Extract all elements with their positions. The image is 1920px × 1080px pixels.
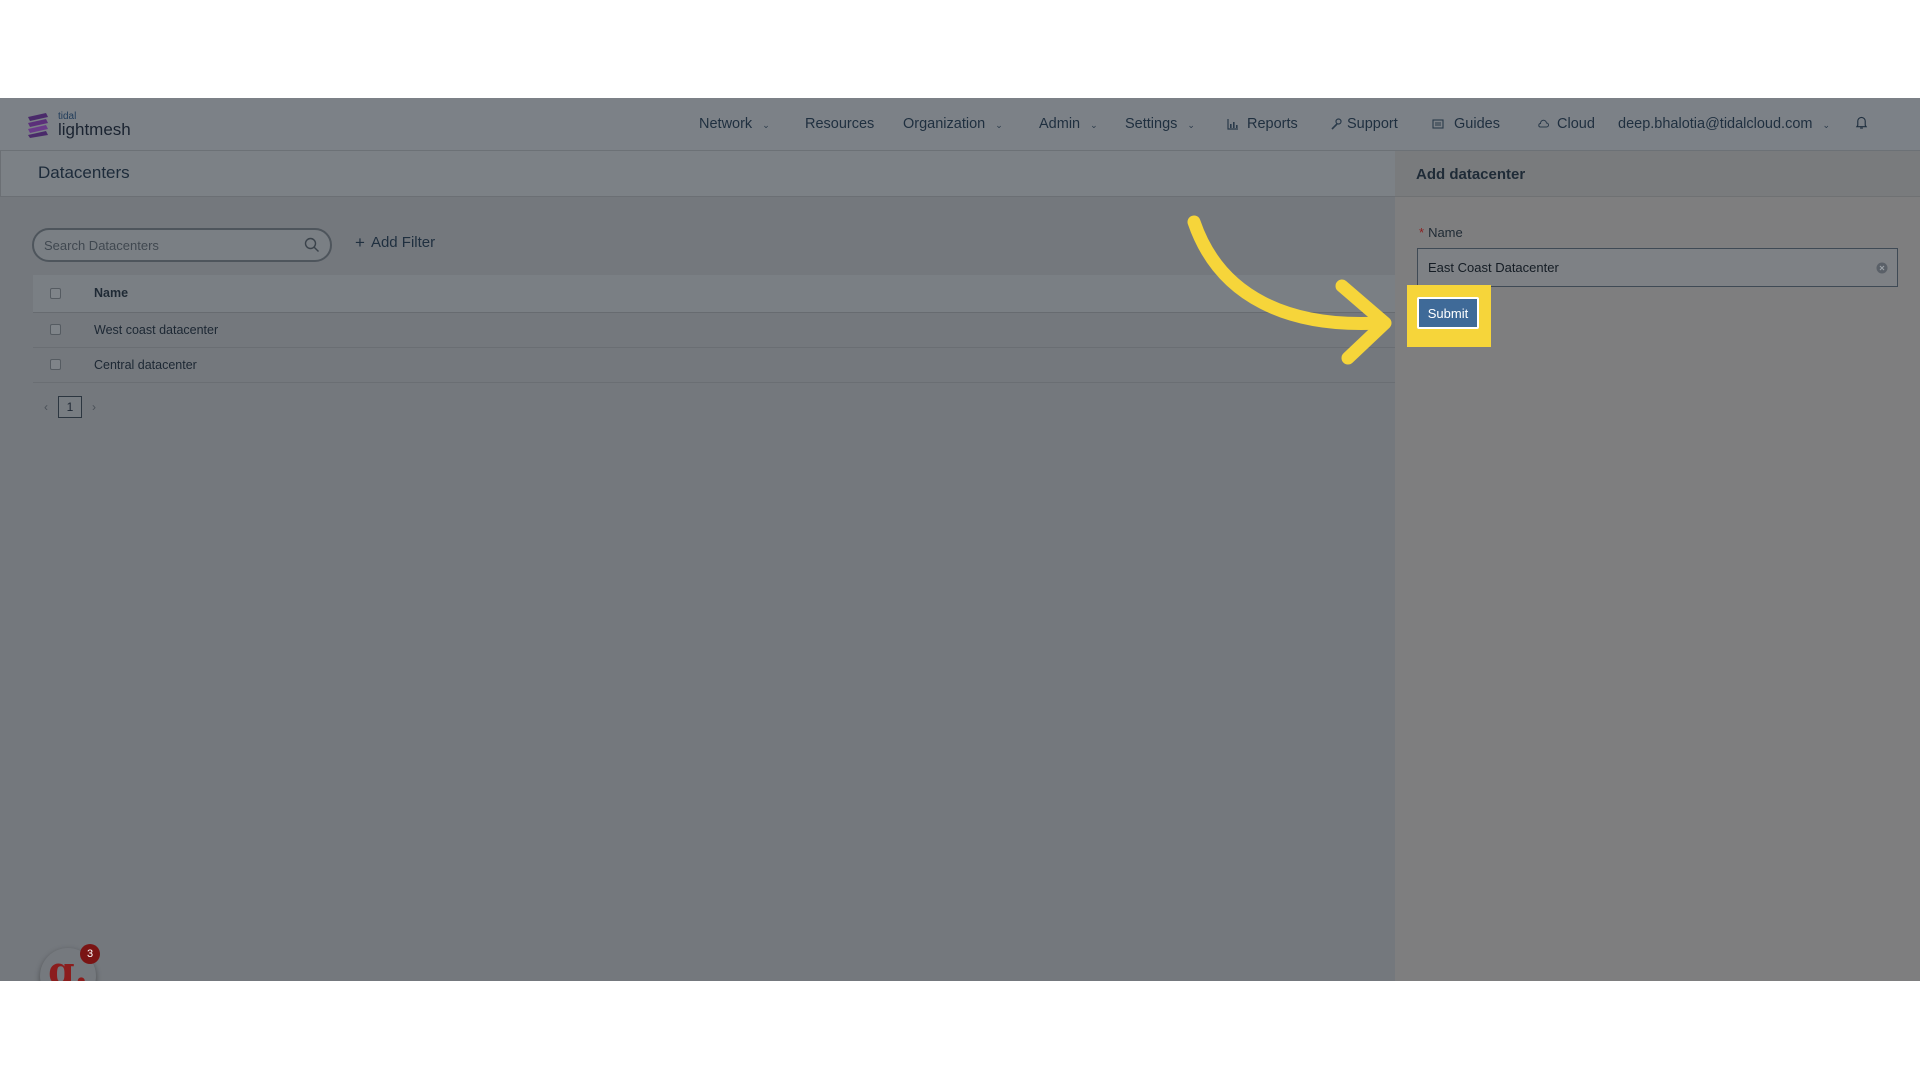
nav-organization-label: Organization [903,116,986,132]
nav-cloud-label: Cloud [1557,116,1595,132]
nav-reports-label: Reports [1247,116,1298,132]
nav-support[interactable]: Support [1330,116,1398,132]
page-title: Datacenters [38,163,130,182]
guide-count-badge: 3 [80,944,100,964]
page-number[interactable]: 1 [58,396,82,418]
drawer-title: Add datacenter [1416,166,1526,183]
logo-mark-icon [28,113,48,138]
nav-resources-label: Resources [805,116,875,132]
row-name[interactable]: Central datacenter [94,358,197,372]
nav-network-label: Network [699,116,753,132]
nav-reports[interactable]: Reports [1227,116,1298,132]
row-name[interactable]: West coast datacenter [94,323,218,337]
name-field-label: * Name [1419,225,1463,240]
notifications-button[interactable] [1855,115,1868,134]
nav-settings-label: Settings [1125,116,1178,132]
nav-support-label: Support [1347,116,1398,132]
add-datacenter-drawer: Add datacenter *Name Submit [1395,151,1920,981]
pagination: ‹ 1 › [40,395,100,419]
search-icon[interactable] [304,237,320,253]
chevron-down-icon: ⌄ [995,119,1003,130]
nav-admin-label: Admin [1039,116,1081,132]
chevron-down-icon: ⌄ [762,119,770,130]
chevron-down-icon: ⌄ [1187,119,1195,130]
next-page-icon[interactable]: › [88,400,100,414]
row-checkbox[interactable] [50,324,61,335]
guide-launcher[interactable]: g. 3 [40,944,100,981]
nav-network[interactable]: Network ⌄ [699,116,770,132]
nav-settings[interactable]: Settings ⌄ [1125,116,1195,132]
plus-icon: + [355,233,365,252]
page-header: Datacenters [0,151,1395,197]
app-frame: tidal lightmesh Network ⌄ Resources Orga… [0,98,1920,981]
add-filter-label: Add Filter [370,234,436,251]
user-email: deep.bhalotia@tidalcloud.com [1618,116,1813,132]
wrench-icon [1330,118,1342,130]
arrow-annotation-icon [1187,215,1392,365]
search-placeholder: Search Datacenters [44,238,159,253]
nav-organization[interactable]: Organization ⌄ [903,116,1003,132]
top-nav: tidal lightmesh Network ⌄ Resources Orga… [0,98,1920,151]
prev-page-icon[interactable]: ‹ [40,400,52,414]
submit-button[interactable]: Submit [1417,297,1479,329]
column-header-name[interactable]: Name [94,286,128,300]
logo[interactable]: tidal lightmesh [26,110,131,140]
add-filter-button[interactable]: + Add Filter [355,234,435,251]
chevron-down-icon: ⌄ [1822,119,1831,130]
drawer-header: Add datacenter [1395,151,1920,197]
book-icon [1432,118,1444,130]
name-field[interactable] [1417,248,1898,287]
nav-resources[interactable]: Resources [805,116,874,132]
brand-name: lightmesh [58,120,131,139]
bell-icon [1855,115,1868,134]
bar-chart-icon [1227,118,1239,130]
required-mark: * [1419,225,1425,240]
search-input[interactable]: Search Datacenters [32,228,332,262]
clear-icon[interactable] [1876,262,1888,274]
nav-guides-label: Guides [1454,116,1500,132]
select-all-checkbox[interactable] [50,288,61,299]
nav-cloud[interactable]: Cloud [1537,116,1595,132]
nav-guides[interactable]: Guides [1432,116,1500,132]
nav-admin[interactable]: Admin ⌄ [1039,116,1098,132]
name-label-text: Name [1428,225,1463,240]
user-menu[interactable]: deep.bhalotia@tidalcloud.com ⌄ [1618,116,1830,132]
chevron-down-icon: ⌄ [1090,119,1098,130]
cloud-icon [1537,118,1549,130]
row-checkbox[interactable] [50,359,61,370]
